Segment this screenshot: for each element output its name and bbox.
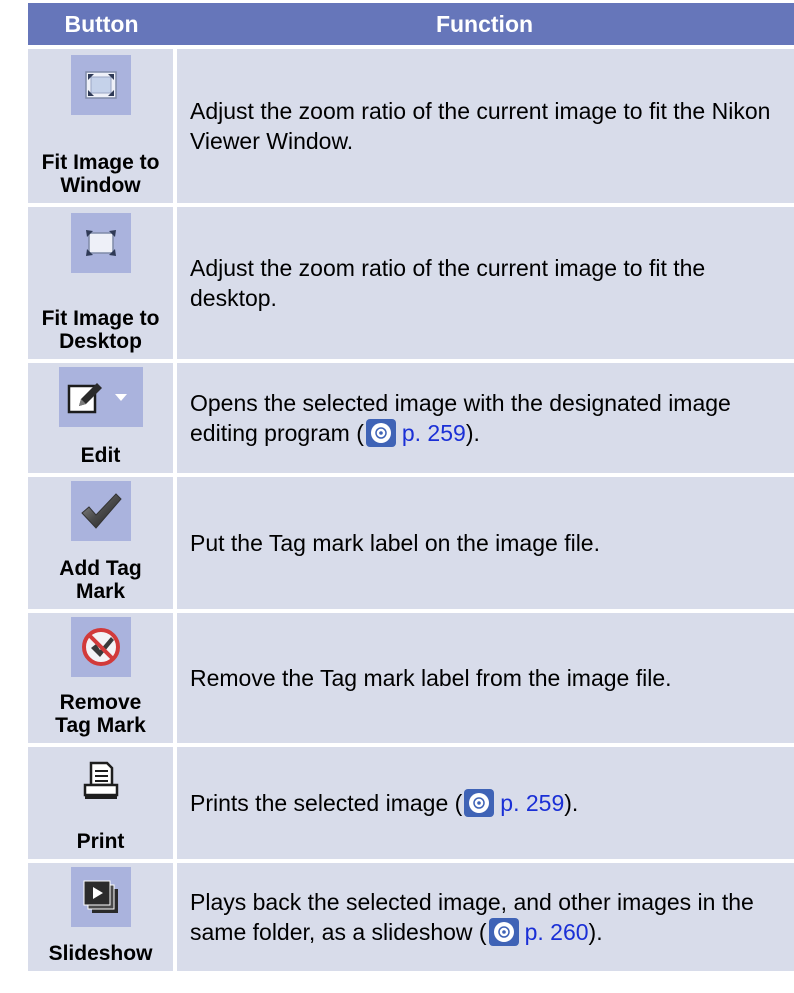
button-cell: Edit xyxy=(28,363,173,473)
function-cell: Opens the selected image with the design… xyxy=(177,363,794,473)
function-text: Opens the selected image with the design… xyxy=(190,388,784,448)
edit-button[interactable] xyxy=(58,367,143,427)
cd-rom-icon xyxy=(488,918,519,946)
function-text-part: Plays back the selected image, and other… xyxy=(190,889,754,945)
function-text: Adjust the zoom ratio of the current ima… xyxy=(190,98,771,154)
fit-desktop-button[interactable] xyxy=(70,213,131,273)
function-text-part: ). xyxy=(465,420,480,446)
button-cell: Remove Tag Mark xyxy=(28,613,173,743)
button-label: Fit Image to Desktop xyxy=(41,307,160,353)
table-body: Fit Image to Window Adjust the zoom rati… xyxy=(28,49,794,971)
table-header: Button Function xyxy=(28,3,794,45)
button-cell: Print xyxy=(28,747,173,859)
function-cell: Remove the Tag mark label from the image… xyxy=(177,613,794,743)
table-row-slideshow: Slideshow Plays back the selected image,… xyxy=(28,863,794,971)
function-cell: Adjust the zoom ratio of the current ima… xyxy=(177,207,794,359)
table-row-fit-desktop: Fit Image to Desktop Adjust the zoom rat… xyxy=(28,207,794,359)
header-button: Button xyxy=(64,10,139,37)
function-text-part: ). xyxy=(564,790,579,816)
page-link[interactable]: p. 260 xyxy=(525,919,589,945)
button-label: Remove Tag Mark xyxy=(55,691,146,737)
table-row-edit: Edit Opens the selected image with the d… xyxy=(28,363,794,473)
button-label: Fit Image to Window xyxy=(41,151,160,197)
function-text: Adjust the zoom ratio of the current ima… xyxy=(190,255,706,311)
function-text: Remove the Tag mark label from the image… xyxy=(190,665,672,691)
slideshow-button[interactable] xyxy=(70,867,131,927)
page-link[interactable]: p. 259 xyxy=(500,790,564,816)
function-cell: Prints the selected image ( p. 259). xyxy=(177,747,794,859)
print-button[interactable] xyxy=(71,751,131,811)
fit-window-button[interactable] xyxy=(70,55,131,115)
function-text-part: ). xyxy=(588,919,603,945)
button-cell: Add Tag Mark xyxy=(28,477,173,609)
fit-window-icon xyxy=(84,71,117,99)
function-text: Put the Tag mark label on the image file… xyxy=(190,530,600,556)
button-function-table: Button Function Fit Image to Window Adju… xyxy=(28,3,794,971)
function-cell: Adjust the zoom ratio of the current ima… xyxy=(177,49,794,203)
function-cell: Put the Tag mark label on the image file… xyxy=(177,477,794,609)
print-icon xyxy=(83,761,118,799)
slideshow-icon xyxy=(83,880,118,913)
table-row-fit-window: Fit Image to Window Adjust the zoom rati… xyxy=(28,49,794,203)
function-text-part: Prints the selected image ( xyxy=(190,790,463,816)
remove-tag-icon xyxy=(81,628,120,666)
function-text: Prints the selected image ( p. 259). xyxy=(190,788,578,818)
button-cell: Fit Image to Window xyxy=(28,49,173,203)
button-label: Edit xyxy=(80,444,121,467)
function-text: Plays back the selected image, and other… xyxy=(190,887,784,947)
cd-rom-icon xyxy=(464,789,495,817)
table-row-add-tag: Add Tag Mark Put the Tag mark label on t… xyxy=(28,477,794,609)
page-link[interactable]: p. 259 xyxy=(402,420,466,446)
button-label: Print xyxy=(76,830,125,853)
button-cell: Fit Image to Desktop xyxy=(28,207,173,359)
table-row-remove-tag: Remove Tag Mark Remove the Tag mark labe… xyxy=(28,613,794,743)
remove-tag-mark-button[interactable] xyxy=(70,617,131,677)
function-cell: Plays back the selected image, and other… xyxy=(177,863,794,971)
add-tag-mark-button[interactable] xyxy=(70,481,131,541)
chevron-down-icon[interactable] xyxy=(114,393,127,401)
table-row-print: Print Prints the selected image ( p. 259)… xyxy=(28,747,794,859)
cd-rom-icon xyxy=(365,419,396,447)
button-cell: Slideshow xyxy=(28,863,173,971)
header-function: Function xyxy=(435,10,534,37)
edit-icon xyxy=(67,383,102,414)
button-label: Slideshow xyxy=(48,942,153,965)
button-label: Add Tag Mark xyxy=(59,557,142,603)
fit-desktop-icon xyxy=(85,230,116,256)
checkmark-icon xyxy=(80,493,122,529)
